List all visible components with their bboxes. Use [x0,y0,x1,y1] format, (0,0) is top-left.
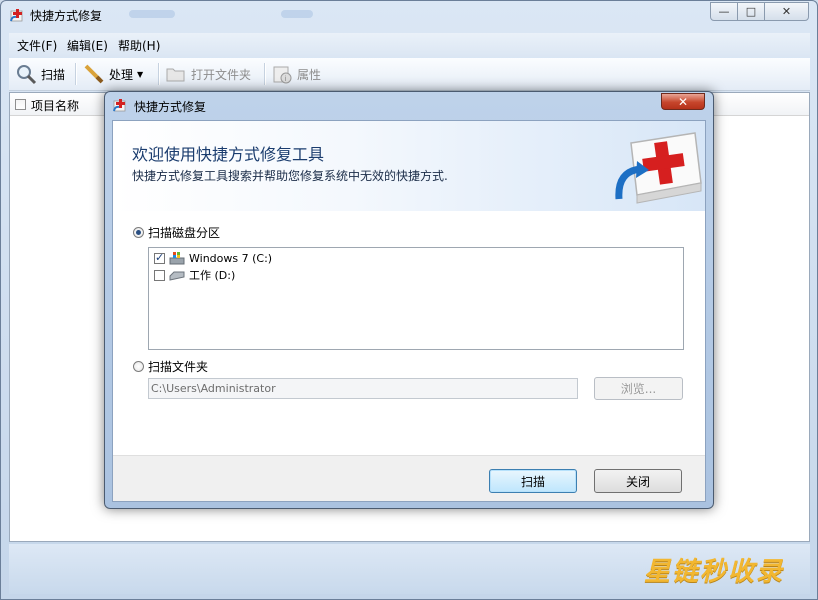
shortcut-repair-icon [10,9,23,22]
open-folder-toolbar-label: 打开文件夹 [191,67,252,82]
menu-bar: 文件(F) 编辑(E) 帮助(H) [9,33,810,57]
maximize-button[interactable]: □ [737,2,765,21]
toolbar-separator [158,63,160,85]
status-bar: 星链秒收录 [9,544,810,594]
drive-d-checkbox[interactable] [154,269,165,281]
scan-dialog: 快捷方式修复 ✕ 欢迎使用快捷方式修复工具 快捷方式修复工具搜索并帮助您修复系统… [104,91,714,509]
drive-list[interactable]: Windows 7 (C:) 工作 (D:) [148,247,684,350]
properties-toolbar-label: 属性 [297,67,322,82]
wand-icon [84,64,104,84]
folder-path-input[interactable]: C:\Users\Administrator [148,378,578,399]
first-aid-kit-icon [615,132,702,204]
title-ghost [281,10,313,18]
drive-item-c[interactable]: Windows 7 (C:) [154,250,272,266]
select-all-checkbox[interactable] [15,99,26,110]
scan-toolbar-button[interactable]: 扫描 [15,62,65,86]
banner-description: 快捷方式修复工具搜索并帮助您修复系统中无效的快捷方式. [132,169,448,183]
dialog-close-button[interactable]: ✕ [661,93,705,110]
process-toolbar-label: 处理 [109,67,134,82]
drive-item-d[interactable]: 工作 (D:) [154,267,235,283]
dialog-title: 快捷方式修复 [134,100,207,114]
scan-toolbar-label: 扫描 [41,67,66,82]
minimize-button[interactable]: — [710,2,738,21]
scan-folder-label[interactable]: 扫描文件夹 [148,358,208,375]
banner-title: 欢迎使用快捷方式修复工具 [132,145,325,164]
dialog-content: 欢迎使用快捷方式修复工具 快捷方式修复工具搜索并帮助您修复系统中无效的快捷方式.… [112,120,706,502]
svg-text:i: i [285,75,287,83]
browse-button[interactable]: 浏览... [594,377,683,400]
properties-toolbar-button[interactable]: i 属性 [271,62,321,86]
system-drive-icon [169,252,185,265]
toolbar-separator [264,63,266,85]
toolbar: 扫描 处理 ▼ 打开文件夹 i 属性 [9,58,810,91]
close-button[interactable]: ✕ [764,2,809,21]
watermark-logo: 星链秒收录 [643,557,784,587]
window-title: 快捷方式修复 [30,9,103,23]
folder-icon [166,68,185,82]
hard-drive-icon [169,271,185,281]
properties-icon: i [273,66,292,84]
drive-c-checkbox[interactable] [154,251,165,264]
dropdown-arrow-icon: ▼ [137,69,144,79]
menu-file[interactable]: 文件(F) [17,37,57,54]
drive-d-label: 工作 (D:) [189,269,236,282]
menu-help[interactable]: 帮助(H) [118,37,160,54]
title-ghost [129,10,175,18]
scan-folder-radio[interactable] [133,361,144,372]
scan-disk-radio[interactable] [133,227,144,238]
menu-edit[interactable]: 编辑(E) [67,37,108,54]
process-toolbar-button[interactable]: 处理 ▼ [83,62,143,86]
close-dialog-button[interactable]: 关闭 [594,469,682,493]
drive-c-label: Windows 7 (C:) [189,251,273,265]
scan-button[interactable]: 扫描 [489,469,577,493]
magnifier-icon [17,65,37,85]
toolbar-separator [75,63,77,85]
open-folder-toolbar-button[interactable]: 打开文件夹 [165,62,251,86]
scan-disk-label[interactable]: 扫描磁盘分区 [148,224,220,241]
welcome-banner: 欢迎使用快捷方式修复工具 快捷方式修复工具搜索并帮助您修复系统中无效的快捷方式. [113,121,705,211]
shortcut-repair-icon [113,99,126,112]
column-item-name[interactable]: 项目名称 [31,97,79,114]
dialog-footer: 扫描 关闭 [113,455,705,501]
title-bar[interactable]: 快捷方式修复 — □ ✕ [1,1,817,29]
